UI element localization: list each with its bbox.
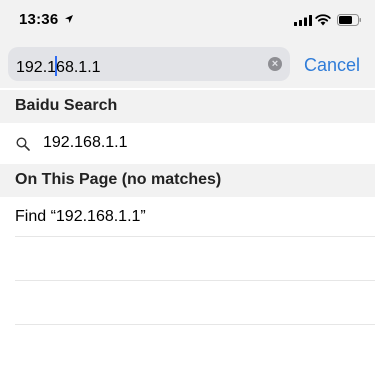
row-divider [15, 236, 375, 237]
section-title: On This Page (no matches) [15, 171, 222, 188]
search-bar-area: 192.168.1.1 × Cancel [0, 44, 375, 88]
wifi-icon [315, 14, 331, 26]
search-input[interactable]: 192.168.1.1 × [8, 47, 290, 81]
magnifier-icon [16, 137, 30, 151]
section-title: Baidu Search [15, 97, 118, 114]
find-on-page-label: Find “192.168.1.1” [15, 208, 146, 225]
suggestion-label: 192.168.1.1 [43, 134, 128, 151]
status-bar: 13:36 [0, 0, 375, 44]
suggestion-row-search[interactable]: 192.168.1.1 [0, 124, 375, 164]
search-input-text: 192.168.1.1 [16, 56, 101, 76]
location-arrow-icon [65, 15, 73, 23]
find-on-page-row[interactable]: Find “192.168.1.1” [0, 198, 375, 238]
section-header-on-this-page: On This Page (no matches) [0, 164, 375, 197]
status-time: 13:36 [19, 11, 59, 28]
row-divider [15, 324, 375, 325]
cancel-button[interactable]: Cancel [304, 55, 360, 76]
row-divider [15, 280, 375, 281]
battery-icon [337, 14, 361, 26]
section-header-baidu-search: Baidu Search [0, 90, 375, 123]
signal-bars-icon [294, 15, 312, 26]
clear-text-icon[interactable]: × [268, 57, 282, 71]
